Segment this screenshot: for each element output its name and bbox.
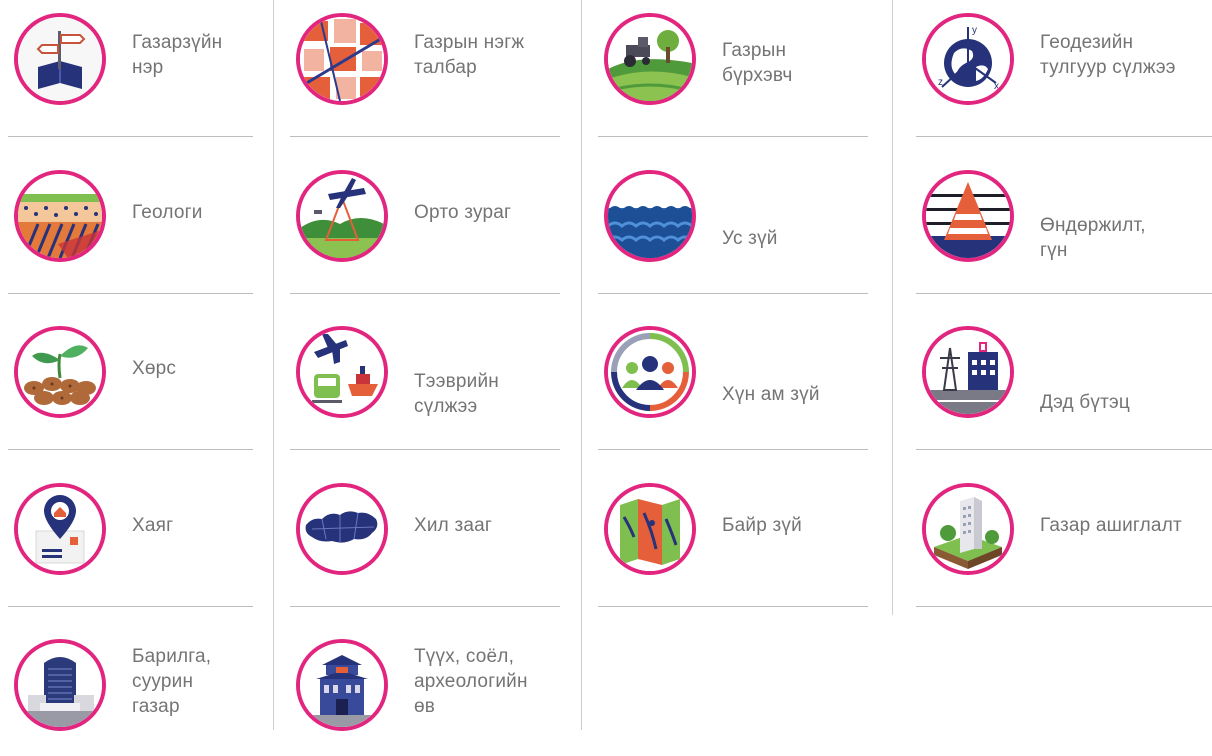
row-divider xyxy=(290,293,560,294)
row-divider xyxy=(598,293,868,294)
theme-label: Хүн ам зүй xyxy=(722,383,820,405)
orthoimagery-icon xyxy=(296,170,388,262)
theme-item-elevation-depth[interactable]: Өндөржилт, гүн xyxy=(916,157,1212,294)
theme-label: Геодезийн тулгуур сүлжээ xyxy=(1040,32,1176,78)
column-divider xyxy=(892,0,893,615)
row-divider xyxy=(916,136,1212,137)
theme-label: Хил зааг xyxy=(414,514,493,536)
theme-grid: Газарзүйн нэр Геологи Хөрс Хаяг Барилга,… xyxy=(0,0,1212,731)
elevation-depth-icon xyxy=(922,170,1014,262)
theme-label: Ус зүй xyxy=(722,227,778,249)
theme-item-topography[interactable]: Байр зүй xyxy=(598,470,868,607)
buildings-icon xyxy=(14,639,106,731)
theme-label: Тээврийн сүлжээ xyxy=(414,371,499,417)
land-cover-icon xyxy=(604,13,696,105)
row-divider xyxy=(290,606,560,607)
row-divider xyxy=(290,136,560,137)
theme-label: Газрын нэгж талбар xyxy=(414,32,525,78)
boundaries-icon xyxy=(296,483,388,575)
theme-item-infrastructure[interactable]: Дэд бүтэц xyxy=(916,313,1212,450)
hydrography-icon xyxy=(604,170,696,262)
theme-item-geology[interactable]: Геологи xyxy=(8,157,253,294)
theme-label: Хаяг xyxy=(132,514,174,536)
theme-item-land-use[interactable]: Газар ашиглалт xyxy=(916,470,1212,607)
theme-label: Газрын бүрхэвч xyxy=(722,40,793,86)
land-use-icon xyxy=(922,483,1014,575)
theme-item-demography[interactable]: Хүн ам зүй xyxy=(598,313,868,450)
theme-label: Түүх, соёл, археологийн өв xyxy=(414,645,528,717)
theme-item-soil[interactable]: Хөрс xyxy=(8,313,253,450)
demography-icon xyxy=(604,326,696,418)
row-divider xyxy=(8,293,253,294)
address-icon xyxy=(14,483,106,575)
svg-text:z: z xyxy=(938,77,943,88)
svg-text:y: y xyxy=(972,25,977,36)
row-divider xyxy=(598,136,868,137)
theme-label: Өндөржилт, гүн xyxy=(1040,215,1146,261)
column-divider xyxy=(273,0,274,730)
row-divider xyxy=(598,449,868,450)
theme-item-cultural-heritage[interactable]: Түүх, соёл, археологийн өв xyxy=(290,626,560,756)
row-divider xyxy=(8,449,253,450)
theme-label: Газар ашиглалт xyxy=(1040,514,1182,536)
topography-icon xyxy=(604,483,696,575)
theme-item-transport-network[interactable]: Тээврийн сүлжээ xyxy=(290,313,560,450)
geology-icon xyxy=(14,170,106,262)
row-divider xyxy=(8,136,253,137)
row-divider xyxy=(598,606,868,607)
geographic-names-icon xyxy=(14,13,106,105)
column-divider xyxy=(581,0,582,730)
theme-item-address[interactable]: Хаяг xyxy=(8,470,253,607)
theme-item-hydrography[interactable]: Ус зүй xyxy=(598,157,868,294)
theme-item-boundaries[interactable]: Хил зааг xyxy=(290,470,560,607)
theme-label: Орто зураг xyxy=(414,201,512,223)
soil-icon xyxy=(14,326,106,418)
infrastructure-icon xyxy=(922,326,1014,418)
transport-network-icon xyxy=(296,326,388,418)
theme-item-orthoimagery[interactable]: Орто зураг xyxy=(290,157,560,294)
theme-item-land-parcel[interactable]: Газрын нэгж талбар xyxy=(290,0,560,137)
row-divider xyxy=(916,449,1212,450)
theme-label: Дэд бүтэц xyxy=(1040,391,1130,413)
theme-label: Байр зүй xyxy=(722,514,802,536)
theme-item-geodetic-network[interactable]: y z x Геодезийн тулгуур сүлжээ xyxy=(916,0,1212,137)
geodetic-network-icon: y z x xyxy=(922,13,1014,105)
svg-text:x: x xyxy=(994,81,999,92)
land-parcel-icon xyxy=(296,13,388,105)
theme-label: Барилга, суурин газар xyxy=(132,645,212,717)
row-divider xyxy=(916,293,1212,294)
theme-label: Геологи xyxy=(132,201,203,223)
theme-item-land-cover[interactable]: Газрын бүрхэвч xyxy=(598,0,868,137)
row-divider xyxy=(916,606,1212,607)
row-divider xyxy=(8,606,253,607)
theme-label: Газарзүйн нэр xyxy=(132,32,223,78)
row-divider xyxy=(290,449,560,450)
cultural-heritage-icon xyxy=(296,639,388,731)
theme-item-buildings[interactable]: Барилга, суурин газар xyxy=(8,626,253,756)
theme-label: Хөрс xyxy=(132,357,177,379)
theme-item-geographic-names[interactable]: Газарзүйн нэр xyxy=(8,0,253,137)
